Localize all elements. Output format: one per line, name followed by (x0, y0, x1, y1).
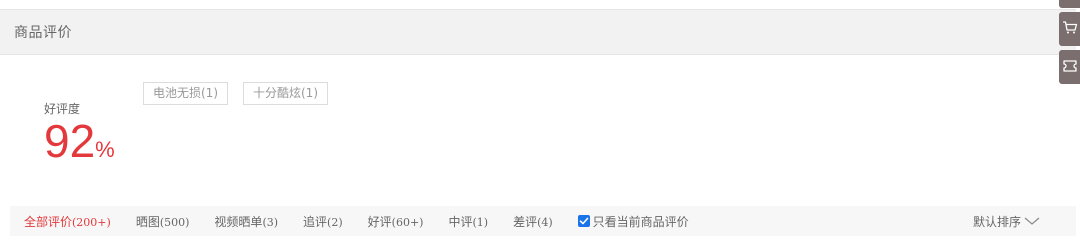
filter-tabs: 全部评价(200+) 晒图(500) 视频晒单(3) 追评(2) 好评(60+)… (24, 206, 689, 236)
coupon-button[interactable] (1059, 50, 1080, 84)
chevron-down-icon (1024, 216, 1040, 226)
rating-percent: % (95, 137, 115, 162)
filter-tab-label: 好评 (367, 214, 392, 229)
checkbox-checked-icon[interactable] (577, 215, 590, 227)
filter-tab-count: (1) (472, 215, 489, 229)
review-tag[interactable]: 十分酷炫(1) (243, 82, 328, 105)
filter-tab-all[interactable]: 全部评价(200+) (24, 213, 111, 230)
only-current-label: 只看当前商品评价 (592, 214, 689, 229)
filter-tab-count: (2) (327, 215, 343, 229)
section-header: 商品评价 (0, 9, 1076, 55)
section-title: 商品评价 (14, 25, 72, 41)
rating-value: 92% (44, 118, 115, 164)
filter-tab-label: 视频晒单 (214, 214, 263, 229)
filter-tab-label: 差评 (513, 214, 538, 229)
review-tags: 电池无损(1) 十分酷炫(1) (143, 82, 328, 105)
cart-icon (1062, 19, 1078, 39)
filter-tab-count: (4) (537, 215, 553, 229)
sort-dropdown[interactable]: 默认排序 (973, 206, 1040, 236)
filter-tab-label: 追评 (303, 214, 328, 229)
filter-tab-followup[interactable]: 追评(2) (303, 213, 343, 230)
sort-label: 默认排序 (972, 214, 1021, 229)
side-toolbar (1059, 0, 1080, 88)
product-reviews-page: 商品评价 好评度 92% 电池无损(1) 十分酷炫(1) 全部评价(200+) … (0, 0, 1080, 252)
filter-tab-positive[interactable]: 好评(60+) (368, 213, 424, 230)
side-toolbar-top-tab[interactable] (1059, 0, 1080, 8)
ticket-icon (1062, 58, 1078, 77)
review-tag[interactable]: 电池无损(1) (143, 82, 228, 105)
filter-tab-count: (200+) (72, 215, 111, 229)
review-filter-bar: 全部评价(200+) 晒图(500) 视频晒单(3) 追评(2) 好评(60+)… (10, 206, 1076, 236)
only-current-product-checkbox[interactable]: 只看当前商品评价 (577, 213, 689, 230)
filter-tab-neutral[interactable]: 中评(1) (448, 213, 488, 230)
rating-number: 92 (44, 115, 96, 167)
filter-tab-count: (500) (159, 215, 190, 229)
filter-tab-photos[interactable]: 晒图(500) (136, 213, 190, 230)
filter-tab-videos[interactable]: 视频晒单(3) (214, 213, 278, 230)
filter-tab-label: 中评 (448, 214, 473, 229)
cart-button[interactable] (1059, 12, 1080, 46)
filter-tab-count: (3) (262, 215, 279, 229)
filter-tab-label: 晒图 (135, 214, 160, 229)
filter-tab-count: (60+) (391, 215, 424, 229)
filter-tab-label: 全部评价 (24, 214, 73, 229)
filter-tab-negative[interactable]: 差评(4) (513, 213, 553, 230)
